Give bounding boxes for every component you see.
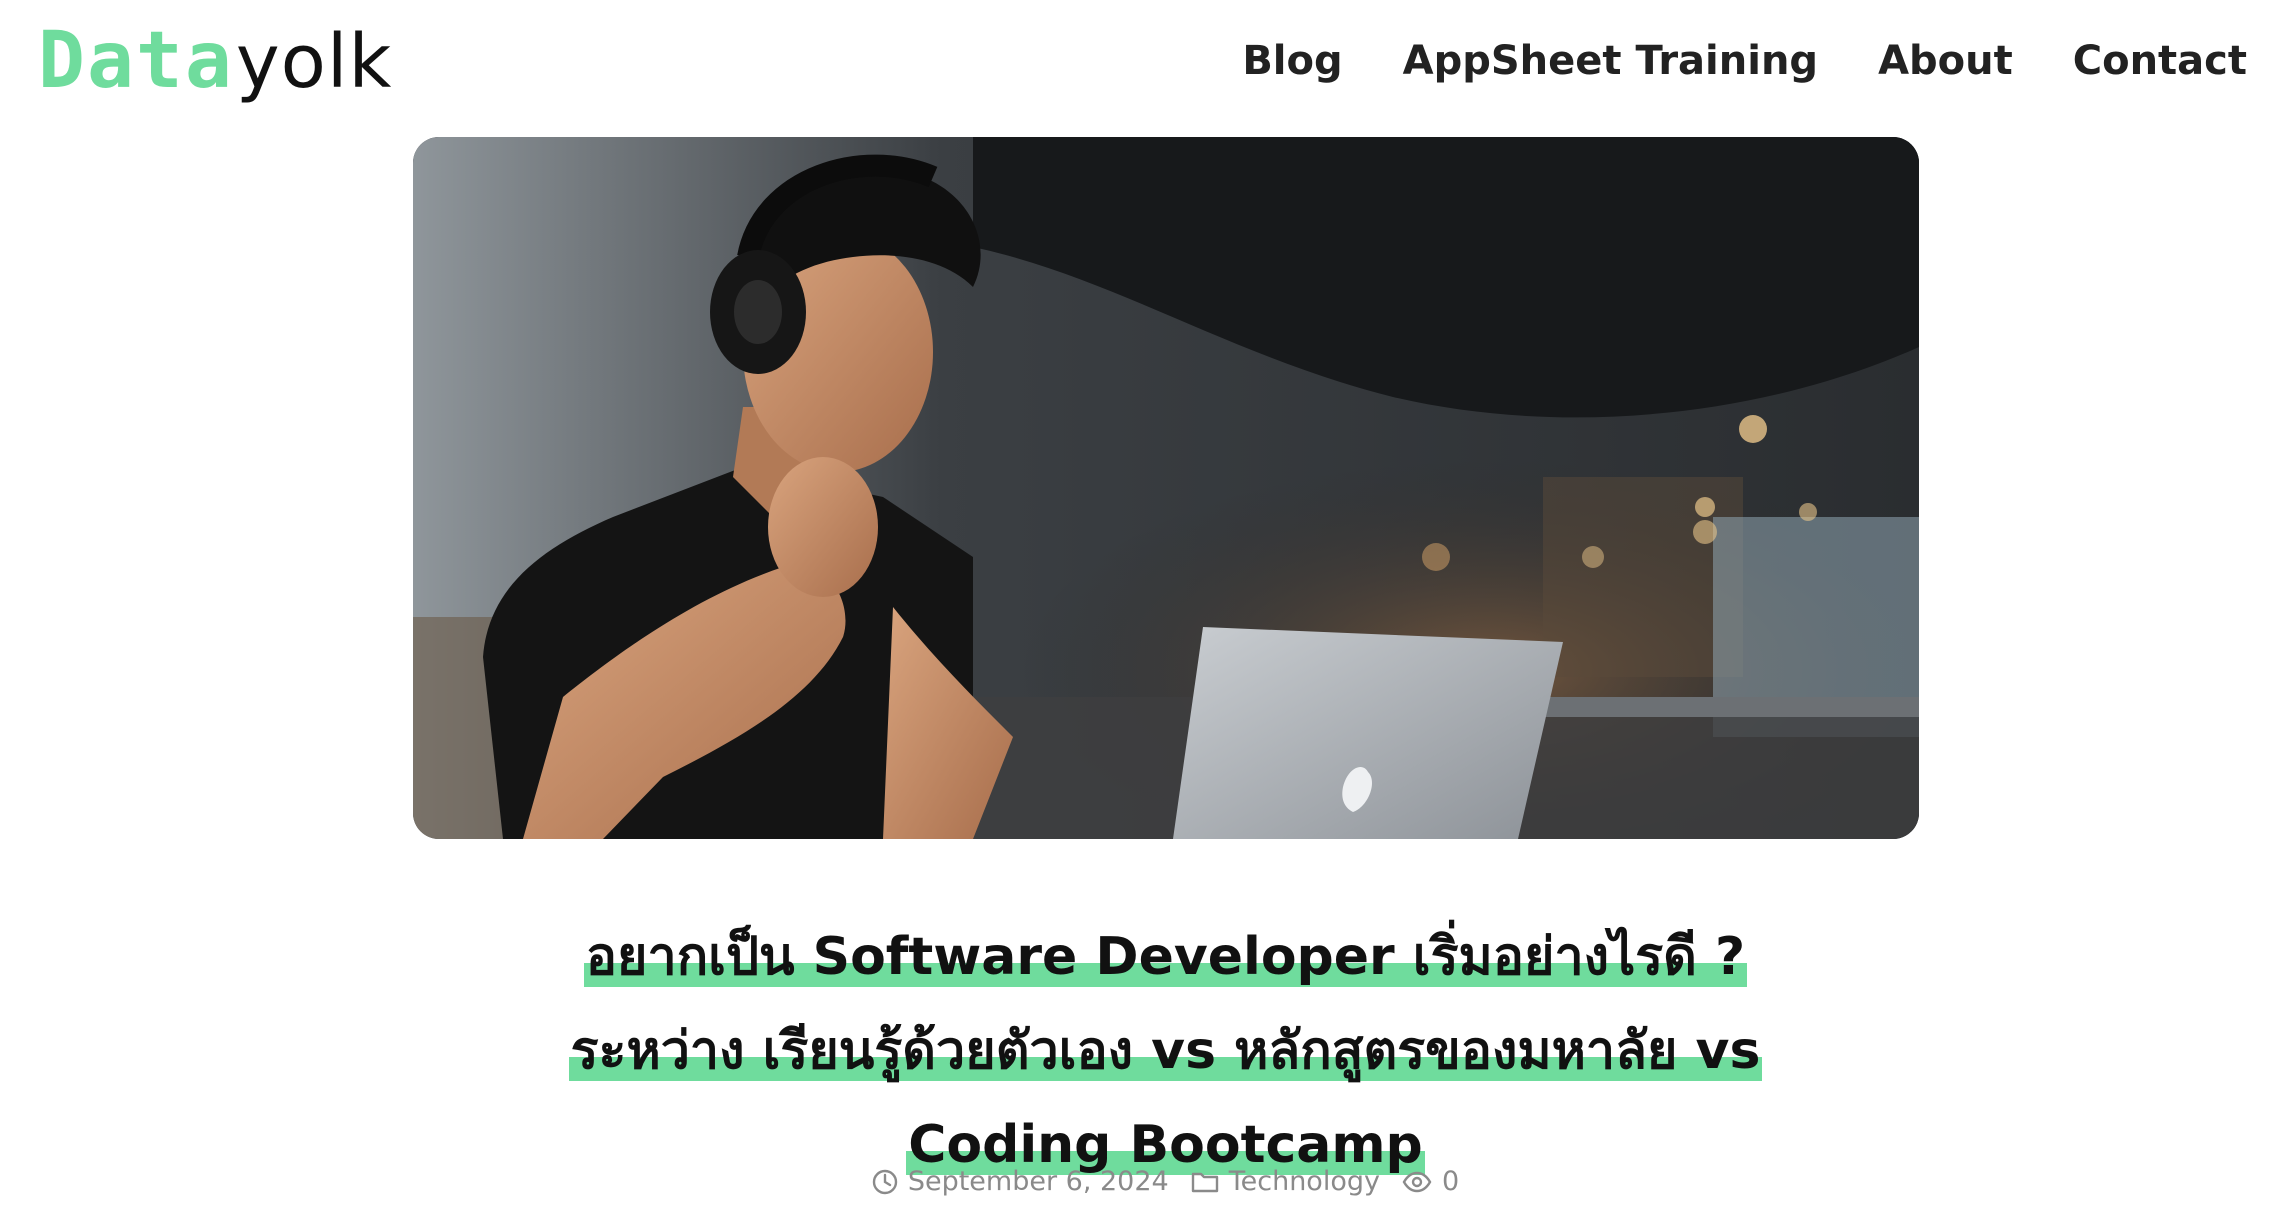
post-title-line-1: อยากเป็น Software Developer เริ่มอย่างไร… [583, 926, 1748, 987]
nav-item-appsheet-training[interactable]: AppSheet Training [1403, 38, 1818, 84]
post-views-count: 0 [1441, 1166, 1460, 1197]
eye-icon [1402, 1171, 1432, 1192]
site-logo[interactable]: Data yolk [38, 16, 392, 106]
post-views: 0 [1402, 1166, 1459, 1197]
main-nav: Blog AppSheet Training About Contact [1242, 38, 2247, 84]
post-date-text: September 6, 2024 [907, 1166, 1169, 1197]
logo-text-data: Data [38, 16, 234, 106]
nav-item-blog[interactable]: Blog [1242, 38, 1342, 84]
featured-image [413, 137, 1919, 839]
site-header: Data yolk Blog AppSheet Training About C… [0, 0, 2281, 130]
clock-icon [872, 1169, 898, 1194]
post-category-text[interactable]: Technology [1229, 1166, 1380, 1197]
post-title-line-2: ระหว่าง เรียนรู้ด้วยตัวเอง vs หลักสูตรขอ… [568, 1020, 1763, 1081]
post-title: อยากเป็น Software Developer เริ่มอย่างไร… [300, 910, 2031, 1192]
nav-item-contact[interactable]: Contact [2073, 38, 2247, 84]
post-meta: September 6, 2024 Technology 0 [0, 1166, 2281, 1197]
logo-text-yolk: yolk [235, 19, 393, 105]
folder-icon [1191, 1172, 1218, 1192]
post-date: September 6, 2024 [872, 1166, 1169, 1197]
nav-item-about[interactable]: About [1878, 38, 2013, 84]
post-category[interactable]: Technology [1191, 1166, 1380, 1197]
featured-photo [413, 137, 1919, 839]
